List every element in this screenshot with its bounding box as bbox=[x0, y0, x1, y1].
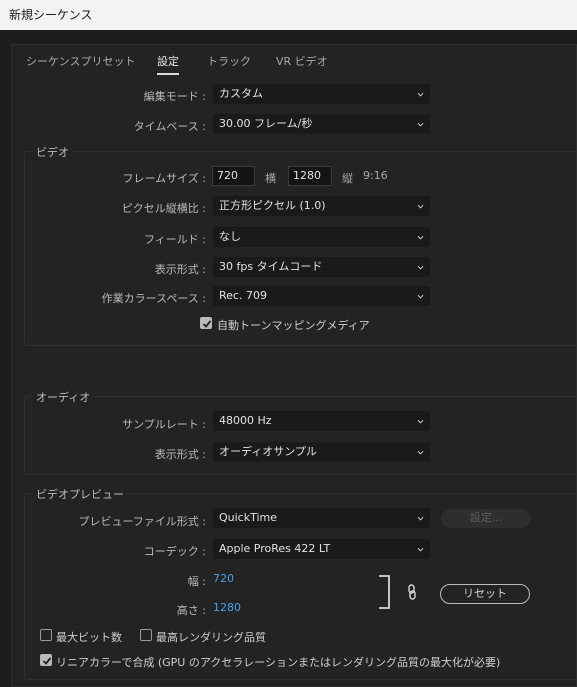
preview-file-format-select[interactable]: QuickTime bbox=[213, 508, 430, 528]
auto-tone-mapping-checkbox[interactable] bbox=[200, 317, 212, 329]
timebase-label: タイムベース : bbox=[133, 120, 206, 133]
frame-width-unit: 横 bbox=[265, 172, 276, 185]
chain-link-icon[interactable] bbox=[407, 584, 417, 600]
checkmark-icon bbox=[42, 657, 52, 665]
chevron-down-icon bbox=[417, 450, 424, 455]
audio-display-format-value: オーディオサンプル bbox=[219, 445, 317, 458]
working-color-space-value: Rec. 709 bbox=[219, 289, 267, 302]
audio-display-format-select[interactable]: オーディオサンプル bbox=[213, 442, 430, 462]
frame-size-label: フレームサイズ : bbox=[122, 172, 206, 185]
preview-height-label: 高さ : bbox=[176, 604, 206, 617]
audio-section: オーディオ bbox=[24, 389, 577, 475]
window-title: 新規シーケンス bbox=[0, 0, 577, 30]
chevron-down-icon bbox=[417, 265, 424, 270]
preview-height-value[interactable]: 1280 bbox=[213, 601, 241, 614]
preview-width-value[interactable]: 720 bbox=[213, 572, 234, 585]
chevron-down-icon bbox=[417, 419, 424, 424]
chevron-down-icon bbox=[417, 516, 424, 521]
video-section-title: ビデオ bbox=[33, 144, 72, 160]
dimension-link-bracket bbox=[379, 575, 390, 609]
video-display-format-label: 表示形式 : bbox=[154, 263, 206, 276]
chevron-down-icon bbox=[417, 294, 424, 299]
preview-file-format-value: QuickTime bbox=[219, 511, 278, 524]
fields-value: なし bbox=[219, 230, 241, 243]
chevron-down-icon bbox=[417, 122, 424, 127]
pixel-aspect-value: 正方形ピクセル (1.0) bbox=[219, 199, 326, 212]
audio-display-format-label: 表示形式 : bbox=[154, 448, 206, 461]
preview-file-format-label: プレビューファイル形式 : bbox=[78, 515, 206, 528]
audio-section-title: オーディオ bbox=[33, 389, 94, 405]
sample-rate-select[interactable]: 48000 Hz bbox=[213, 411, 430, 431]
pixel-aspect-label: ピクセル縦横比 : bbox=[121, 202, 206, 215]
max-render-quality-label: 最高レンダリング品質 bbox=[156, 631, 266, 644]
linear-color-label: リニアカラーで合成 (GPU のアクセラレーションまたはレンダリング品質の最大化… bbox=[56, 656, 501, 669]
video-preview-section-title: ビデオプレビュー bbox=[33, 486, 127, 502]
tab-vr-video[interactable]: VR ビデオ bbox=[276, 53, 328, 73]
preview-settings-button[interactable]: 設定... bbox=[441, 509, 531, 528]
new-sequence-dialog: シーケンスプリセット 設定 トラック VR ビデオ 編集モード : カスタム タ… bbox=[11, 44, 577, 687]
pixel-aspect-select[interactable]: 正方形ピクセル (1.0) bbox=[213, 196, 430, 216]
tab-sequence-presets[interactable]: シーケンスプリセット bbox=[26, 53, 135, 73]
chevron-down-icon bbox=[417, 547, 424, 552]
timebase-select[interactable]: 30.00 フレーム/秒 bbox=[213, 114, 430, 134]
fields-label: フィールド : bbox=[144, 233, 206, 246]
frame-width-input[interactable]: 720 bbox=[212, 166, 255, 186]
preview-width-label: 幅 : bbox=[187, 575, 206, 588]
edit-mode-select[interactable]: カスタム bbox=[213, 84, 430, 104]
edit-mode-label: 編集モード : bbox=[143, 90, 206, 103]
frame-height-input[interactable]: 1280 bbox=[288, 166, 332, 186]
tab-tracks[interactable]: トラック bbox=[207, 53, 251, 73]
codec-label: コーデック : bbox=[143, 545, 206, 558]
fields-select[interactable]: なし bbox=[213, 227, 430, 247]
max-bit-depth-label: 最大ビット数 bbox=[56, 631, 122, 644]
auto-tone-mapping-label: 自動トーンマッピングメディア bbox=[217, 319, 370, 332]
chevron-down-icon bbox=[417, 204, 424, 209]
aspect-ratio-readout: 9:16 bbox=[363, 169, 388, 182]
max-bit-depth-checkbox[interactable] bbox=[40, 629, 52, 641]
reset-button[interactable]: リセット bbox=[440, 584, 530, 604]
chevron-down-icon bbox=[417, 92, 424, 97]
sample-rate-label: サンプルレート : bbox=[122, 418, 206, 431]
checkmark-icon bbox=[202, 320, 212, 328]
linear-color-checkbox[interactable] bbox=[40, 654, 52, 666]
edit-mode-value: カスタム bbox=[219, 87, 263, 100]
working-color-space-label: 作業カラースペース : bbox=[101, 292, 206, 305]
video-display-format-value: 30 fps タイムコード bbox=[219, 260, 323, 273]
codec-value: Apple ProRes 422 LT bbox=[219, 542, 331, 555]
video-display-format-select[interactable]: 30 fps タイムコード bbox=[213, 257, 430, 277]
max-render-quality-checkbox[interactable] bbox=[140, 629, 152, 641]
tab-settings[interactable]: 設定 bbox=[157, 53, 179, 75]
working-color-space-select[interactable]: Rec. 709 bbox=[213, 286, 430, 306]
codec-select[interactable]: Apple ProRes 422 LT bbox=[213, 539, 430, 559]
chevron-down-icon bbox=[417, 235, 424, 240]
frame-height-unit: 縦 bbox=[342, 172, 353, 185]
sample-rate-value: 48000 Hz bbox=[219, 414, 272, 427]
timebase-value: 30.00 フレーム/秒 bbox=[219, 117, 313, 130]
